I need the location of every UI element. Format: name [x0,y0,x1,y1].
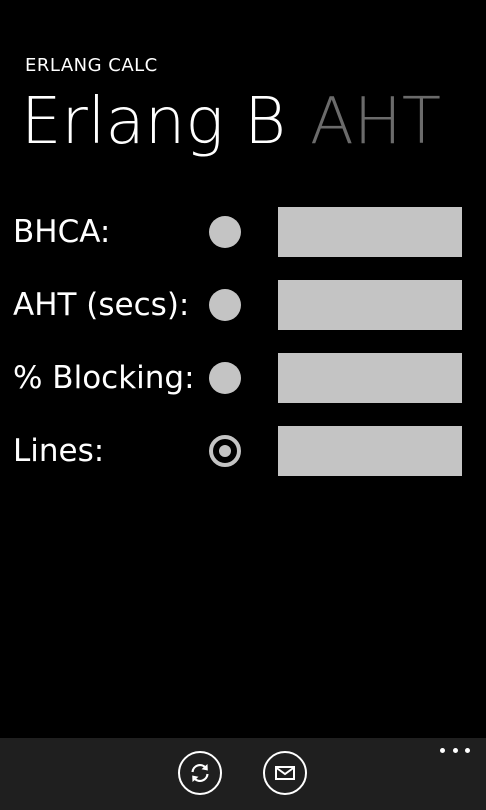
form-row-aht: AHT (secs): [0,280,486,330]
bhca-input[interactable] [278,207,462,257]
form-row-blocking: % Blocking: [0,353,486,403]
lines-radio[interactable] [209,435,241,467]
ellipsis-icon[interactable] [440,744,470,756]
blocking-radio[interactable] [209,362,241,394]
lines-input[interactable] [278,426,462,476]
pivot-header-aht[interactable]: AHT [310,82,441,162]
blocking-input[interactable] [278,353,462,403]
form-row-lines: Lines: [0,426,486,476]
lines-label: Lines: [13,433,105,469]
blocking-label: % Blocking: [13,360,195,396]
app-root: ERLANG CALC Erlang B AHT BHCA: AHT (secs… [0,0,486,810]
bhca-label: BHCA: [13,214,111,250]
ellipsis-dot [452,747,458,753]
aht-radio[interactable] [209,289,241,321]
app-bar [0,738,486,810]
refresh-icon [191,763,209,783]
ellipsis-dot [465,747,470,753]
aht-input[interactable] [278,280,462,330]
aht-label: AHT (secs): [13,287,190,323]
mail-icon [275,766,295,780]
radio-selected-dot [219,445,231,457]
pivot-header-erlang-b[interactable]: Erlang B [21,82,286,162]
app-title: ERLANG CALC [25,55,158,76]
pivot-headers: Erlang B AHT [21,82,465,162]
refresh-button[interactable] [178,751,222,795]
form-row-bhca: BHCA: [0,207,486,257]
ellipsis-dot [440,747,445,753]
bhca-radio[interactable] [209,216,241,248]
mail-button[interactable] [263,751,307,795]
